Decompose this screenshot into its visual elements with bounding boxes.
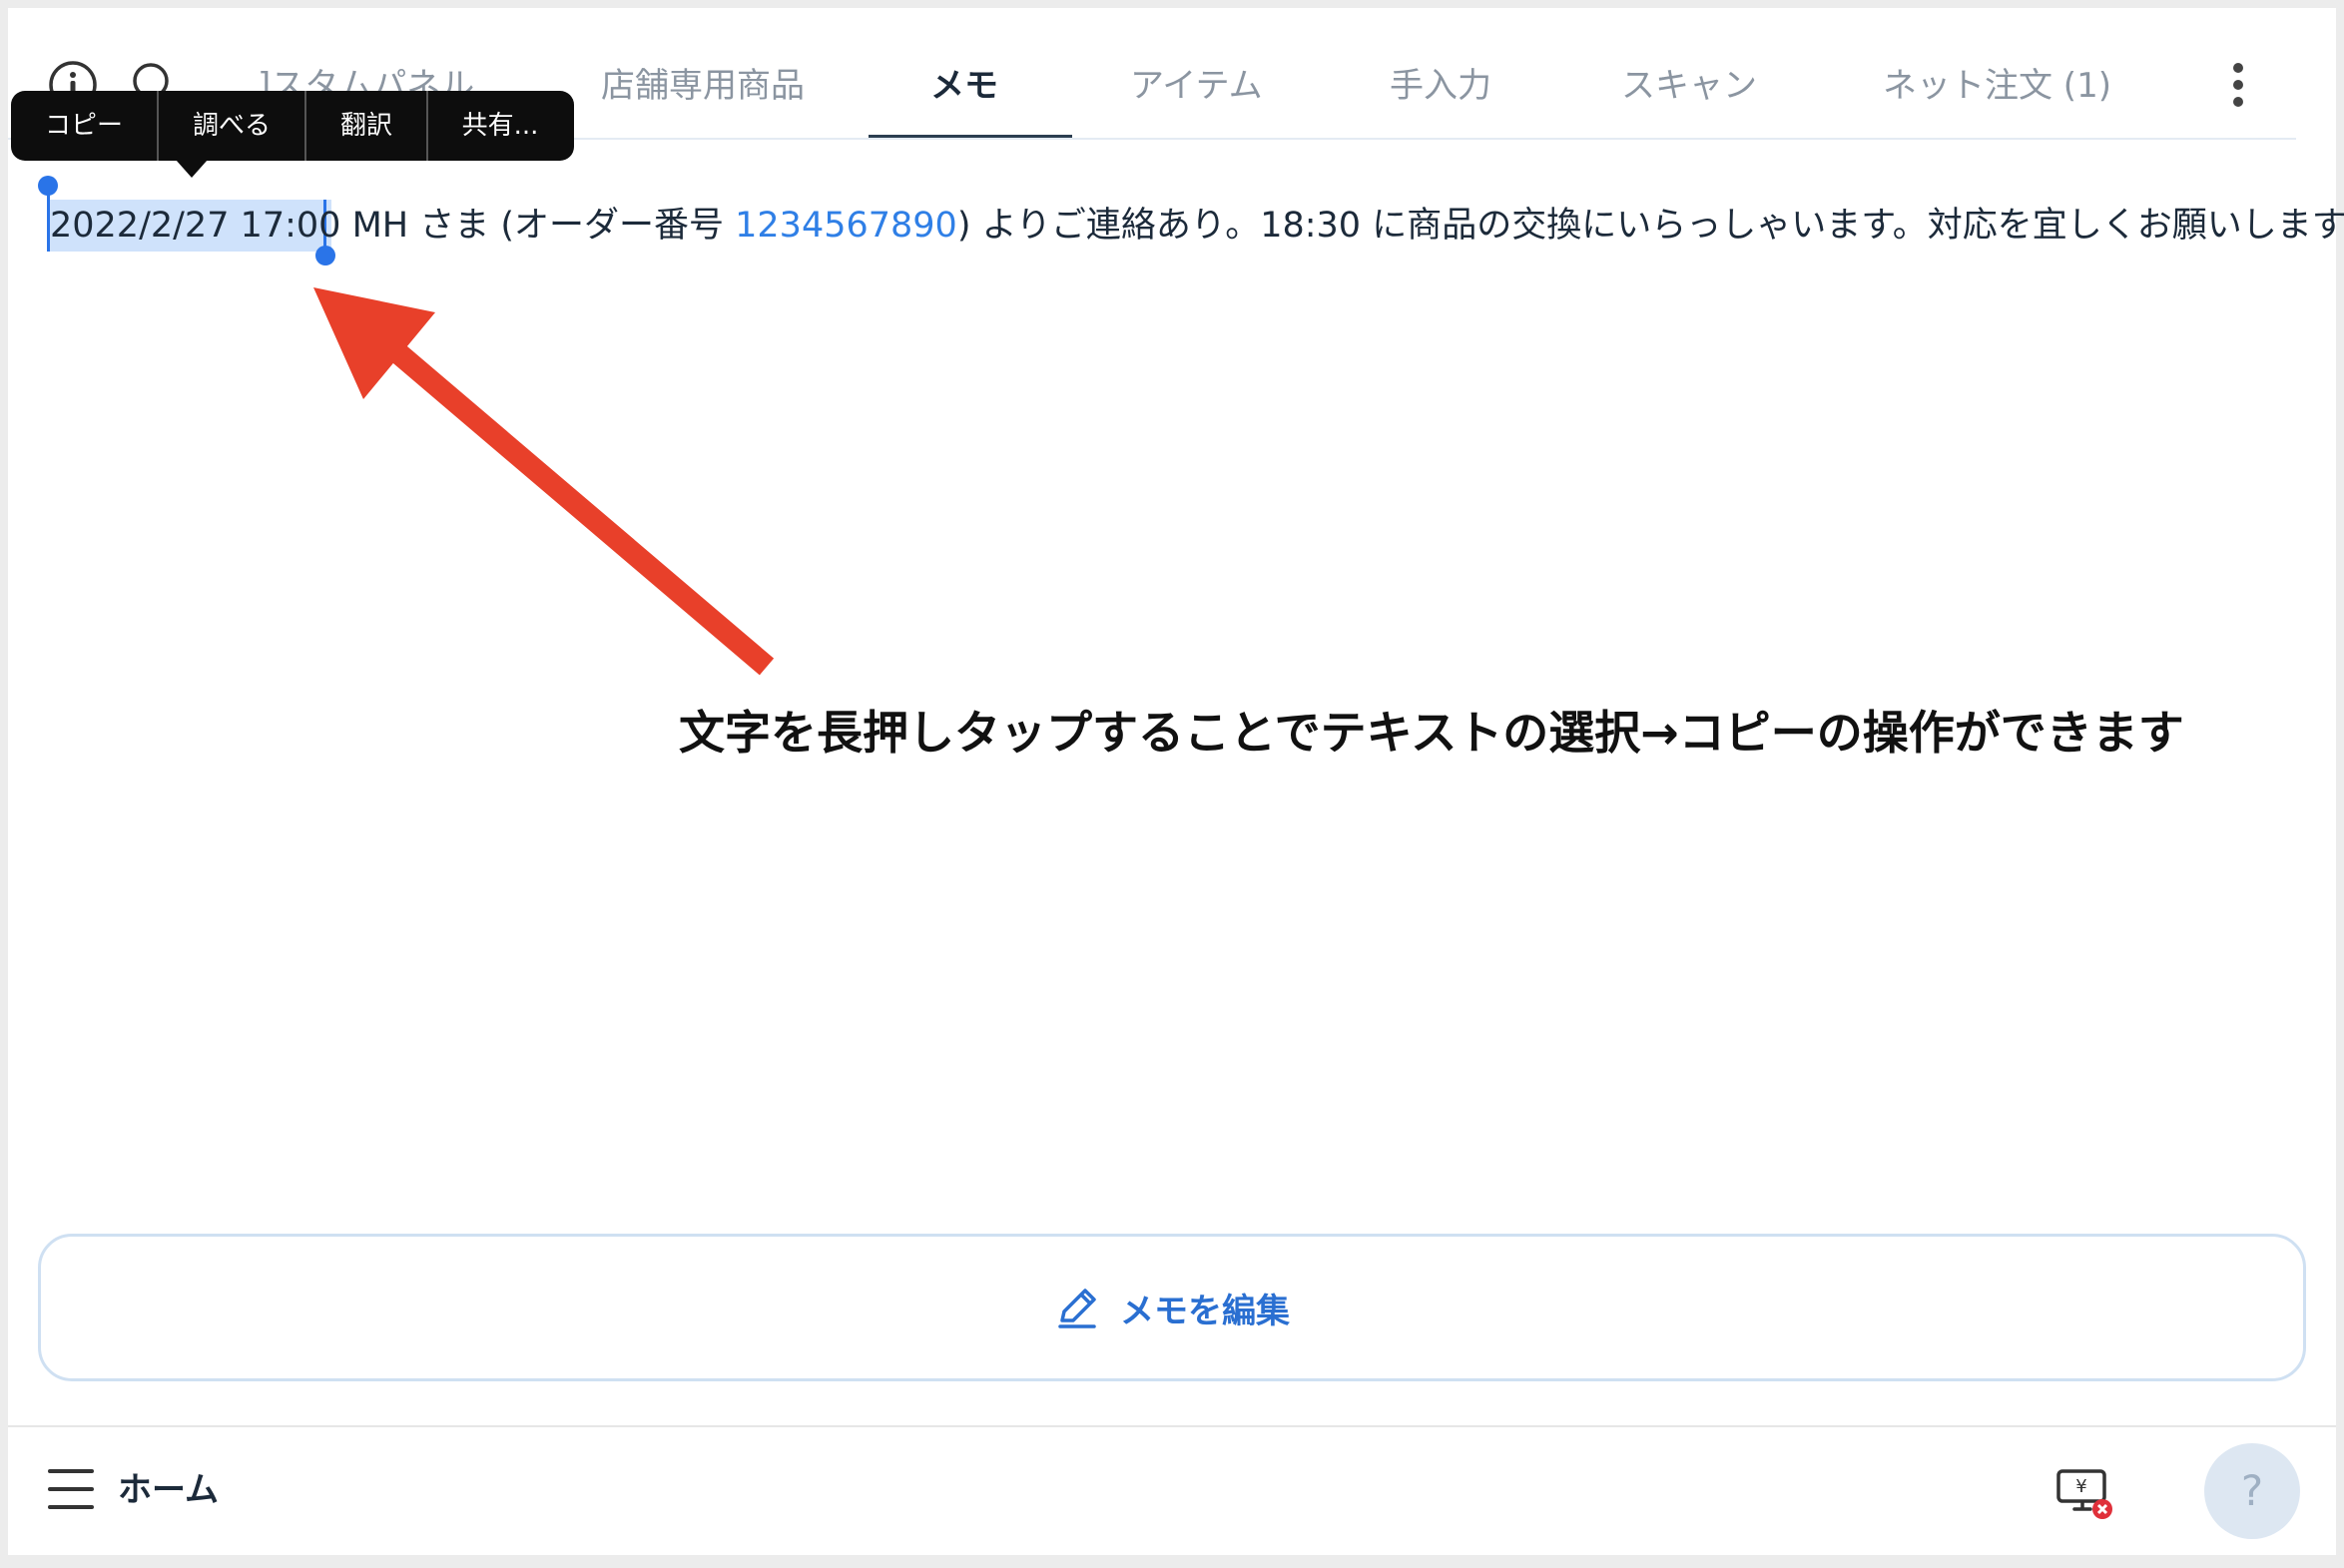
svg-text:¥: ¥ <box>2075 1476 2086 1497</box>
selection-start-knob[interactable] <box>38 176 58 196</box>
more-vert-icon[interactable] <box>2224 58 2252 118</box>
tab-store-products[interactable]: 店舗専用商品 <box>601 58 805 114</box>
tab-scan[interactable]: スキャン <box>1621 58 1757 114</box>
menu-share[interactable]: 共有... <box>428 91 572 161</box>
text-edit-menu: コピー 調べる 翻訳 共有... <box>11 91 574 161</box>
tab-memo[interactable]: メモ <box>930 58 998 114</box>
tab-net-order[interactable]: ネット注文 (1) <box>1883 58 2111 114</box>
memo-text-part: MH さま (オーダー番号 <box>340 206 736 246</box>
menu-icon[interactable] <box>48 1469 94 1509</box>
memo-selected-text[interactable]: 2022/2/27 17:00 <box>50 206 340 246</box>
home-label[interactable]: ホーム <box>118 1465 219 1515</box>
annotation-caption: 文字を長押しタップすることでテキストの選択→コピーの操作ができます <box>679 706 2184 760</box>
memo-text[interactable]: 2022/2/27 17:00 MH さま (オーダー番号 1234567890… <box>50 200 2344 252</box>
pencil-icon <box>1058 1289 1096 1328</box>
tab-manual-input[interactable]: 手入力 <box>1390 58 1491 114</box>
edit-memo-button[interactable]: メモを編集 <box>38 1234 2306 1381</box>
help-button[interactable]: ? <box>2204 1443 2300 1539</box>
tab-items[interactable]: アイテム <box>1130 58 1263 114</box>
memo-text-part: ) よりご連絡あり。18:30 に商品の交換にいらっしゃいます。対応を宜しくお願… <box>956 206 2344 246</box>
register-error-icon[interactable]: ¥ <box>2054 1465 2114 1521</box>
bottom-bar-divider <box>8 1425 2336 1427</box>
menu-caret <box>176 160 208 178</box>
menu-translate[interactable]: 翻訳 <box>306 91 426 161</box>
menu-copy[interactable]: コピー <box>11 91 157 161</box>
edit-memo-label: メモを編集 <box>1120 1291 1290 1331</box>
order-number-link[interactable]: 1234567890 <box>735 206 957 246</box>
menu-look-up[interactable]: 調べる <box>159 91 304 161</box>
app-screen: ]スタムパネル 店舗専用商品 メモ アイテム 手入力 スキャン ネット注文 (1… <box>8 8 2344 1555</box>
